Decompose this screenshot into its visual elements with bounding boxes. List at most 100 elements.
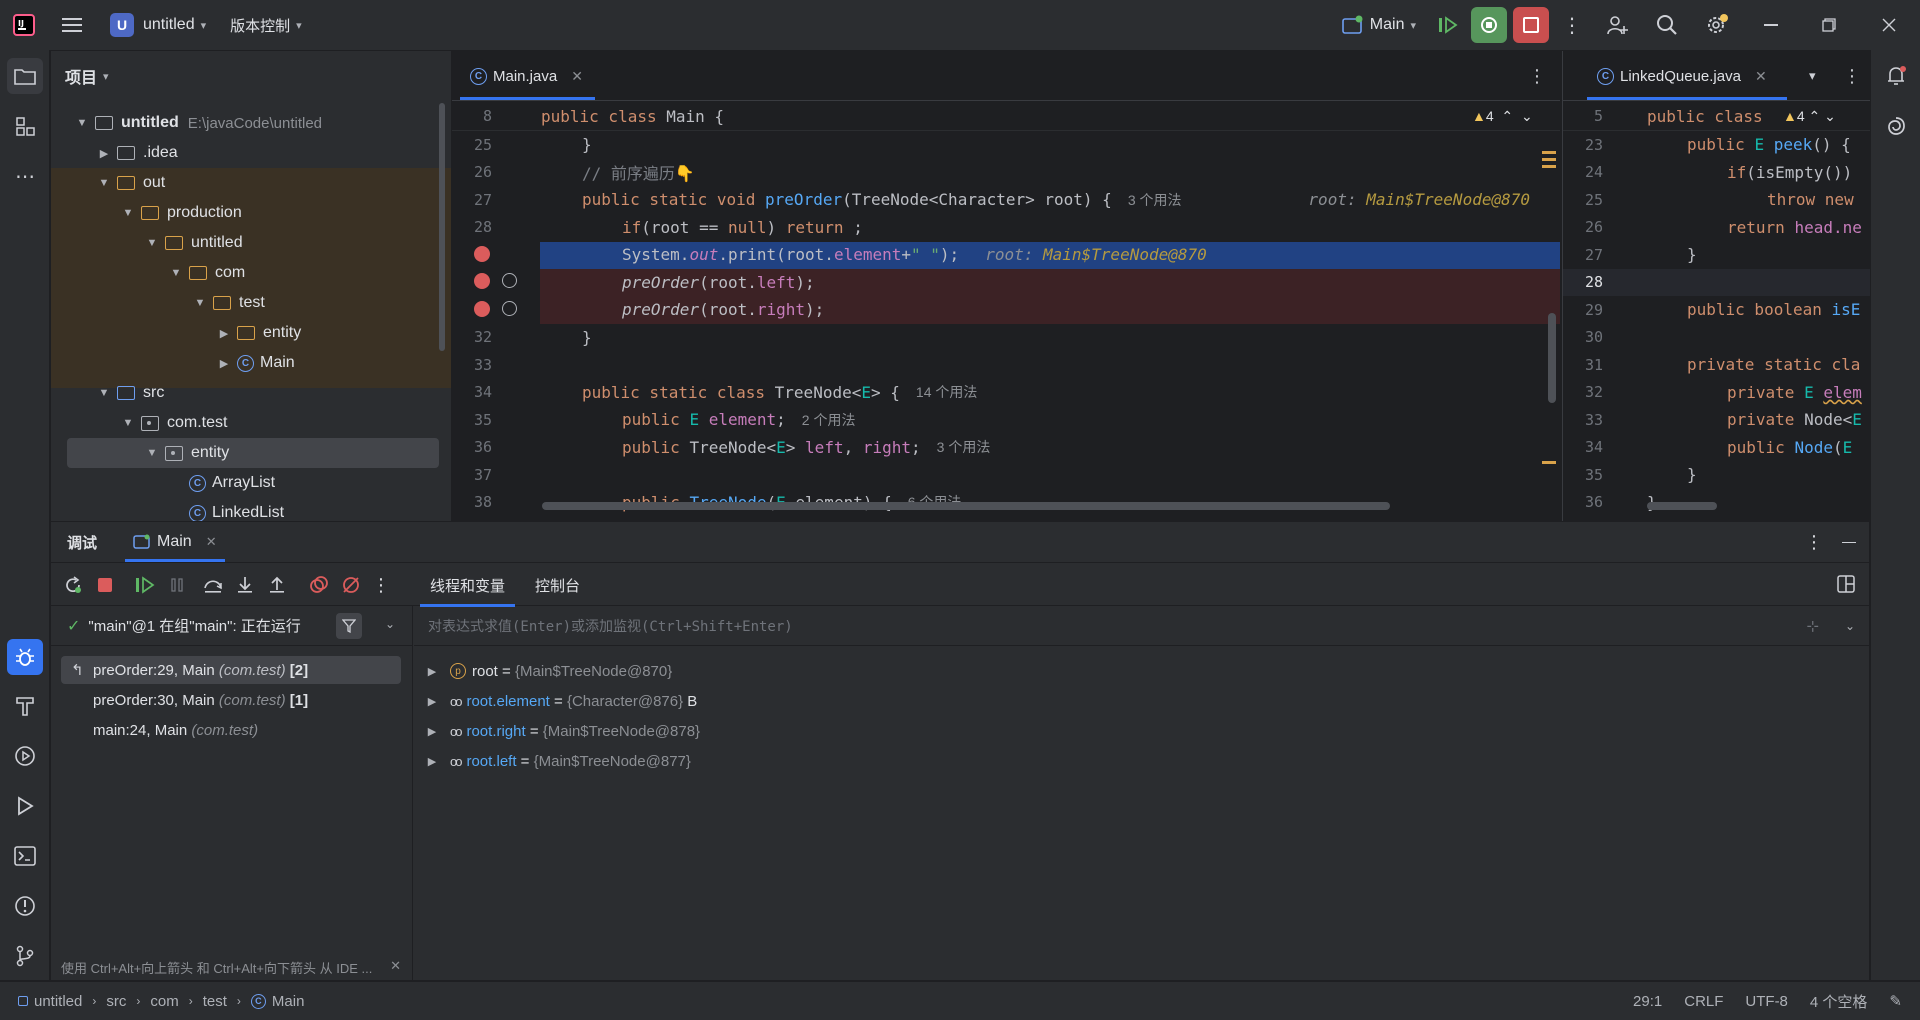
structure-icon[interactable] xyxy=(7,108,43,144)
code-line-26[interactable]: // 前序遍历👇 xyxy=(582,159,695,187)
more-actions-icon[interactable]: ⋮ xyxy=(1552,0,1592,50)
add-watch-icon[interactable]: ⊹ xyxy=(1806,617,1819,635)
services-icon[interactable] xyxy=(7,738,43,774)
more-options-icon[interactable]: ⋮ xyxy=(371,575,391,596)
tree-item-root[interactable]: ▼ untitled E:\javaCode\untitled xyxy=(51,108,451,138)
frame-row-selected[interactable]: ↰ preOrder:29, Main (com.test) [2] xyxy=(61,656,401,684)
code-line-32[interactable]: } xyxy=(582,324,592,352)
stop-button[interactable] xyxy=(1510,0,1552,50)
terminal-icon[interactable] xyxy=(7,838,43,874)
rerun-icon[interactable] xyxy=(61,576,85,594)
close-window-icon[interactable] xyxy=(1858,0,1920,50)
step-over-icon[interactable] xyxy=(201,576,225,594)
tree-item-idea[interactable]: ▶ .idea xyxy=(51,138,451,168)
recursion-icon[interactable] xyxy=(502,301,517,316)
usage-hint[interactable]: 3 个用法 xyxy=(937,437,991,457)
evaluate-expression-bar[interactable]: 对表达式求值(Enter)或添加监视(Ctrl+Shift+Enter) ⊹ ⌄ xyxy=(414,606,1869,646)
caret-position[interactable]: 29:1 xyxy=(1633,993,1662,1010)
chevron-down-icon[interactable]: ⌄ xyxy=(1845,619,1855,633)
warnings-indicator[interactable]: ▲4 ⌃ ⌄ xyxy=(1783,108,1836,125)
tab-debug-session-main[interactable]: Main ✕ xyxy=(125,522,225,562)
notifications-bell-icon[interactable] xyxy=(1878,58,1914,94)
code-line-34[interactable]: public static class TreeNode< E > {14 个用法 xyxy=(582,379,977,407)
more-tools-icon[interactable]: ⋯ xyxy=(7,158,43,194)
more-options-icon[interactable]: ⋮ xyxy=(1799,532,1829,553)
layout-settings-icon[interactable] xyxy=(1837,575,1855,593)
horizontal-scrollbar[interactable] xyxy=(1647,502,1717,510)
editor-options-icon[interactable]: ⋮ xyxy=(1843,51,1861,101)
code-line-27[interactable]: public static void preOrder (TreeNode<Cha… xyxy=(582,186,1560,214)
variable-row[interactable]: ▶ p root = {Main$TreeNode@870} xyxy=(414,656,672,686)
vcs-menu[interactable]: 版本控制 ▾ xyxy=(218,0,314,50)
tab-main-java[interactable]: C Main.java ✕ xyxy=(470,51,583,101)
error-stripe-marker[interactable] xyxy=(1542,151,1556,154)
run-config-selector[interactable]: Main ▾ xyxy=(1330,0,1428,50)
tab-console[interactable]: 控制台 xyxy=(521,563,594,607)
stop-icon[interactable] xyxy=(93,578,117,592)
tree-item-linkedlist[interactable]: C LinkedList xyxy=(51,498,451,521)
tree-item-test[interactable]: ▼ test xyxy=(51,288,451,318)
indent-setting[interactable]: 4 个空格 xyxy=(1810,991,1868,1012)
frame-row[interactable]: preOrder:30, Main (com.test) [1] xyxy=(61,686,401,714)
tree-item-out[interactable]: ▼ out xyxy=(51,168,451,198)
code-line-25[interactable]: } xyxy=(582,131,592,159)
minimize-icon[interactable] xyxy=(1742,0,1800,50)
variable-row[interactable]: ▶ oo root.left = {Main$TreeNode@877} xyxy=(414,746,691,776)
step-out-icon[interactable] xyxy=(265,576,289,594)
readonly-lock-icon[interactable]: ✎ xyxy=(1889,992,1902,1010)
error-stripe-marker[interactable] xyxy=(1542,461,1556,464)
error-stripe-marker[interactable] xyxy=(1542,158,1556,161)
close-hint-icon[interactable]: ✕ xyxy=(384,958,401,974)
chevron-right-icon[interactable]: ▶ xyxy=(414,725,450,738)
code-line-31[interactable]: preOrder (root. right); xyxy=(622,296,824,324)
breadcrumb-item[interactable]: src xyxy=(106,993,126,1010)
main-menu-icon[interactable] xyxy=(48,0,96,50)
tree-item-com[interactable]: ▼ com xyxy=(51,258,451,288)
breakpoint-icon[interactable] xyxy=(474,301,490,317)
chevron-right-icon[interactable]: ▶ xyxy=(414,665,450,678)
close-tab-icon[interactable]: ✕ xyxy=(1755,68,1767,85)
tree-item-entity-src[interactable]: ▼ entity xyxy=(51,438,451,468)
vertical-scrollbar[interactable] xyxy=(1548,313,1556,403)
tab-linkedqueue-java[interactable]: C LinkedQueue.java ✕ xyxy=(1597,51,1767,101)
search-icon[interactable] xyxy=(1642,0,1692,50)
resume-program-icon[interactable] xyxy=(133,576,157,594)
settings-gear-icon[interactable] xyxy=(1692,0,1742,50)
breadcrumb-item[interactable]: untitled xyxy=(34,993,82,1010)
error-stripe-marker[interactable] xyxy=(1542,165,1556,168)
variable-row[interactable]: ▶ oo root.element = {Character@876} B xyxy=(414,686,698,716)
build-hammer-icon[interactable] xyxy=(7,688,43,724)
usage-hint[interactable]: 3 个用法 xyxy=(1128,190,1182,210)
usage-hint[interactable]: 2 个用法 xyxy=(802,410,856,430)
run-icon[interactable] xyxy=(7,788,43,824)
chevron-right-icon[interactable]: ▶ xyxy=(414,755,450,768)
project-panel-header[interactable]: 项目 ▾ xyxy=(51,51,451,101)
recursion-icon[interactable] xyxy=(502,273,517,288)
frame-row[interactable]: main:24, Main (com.test) xyxy=(61,716,401,744)
close-tab-icon[interactable]: ✕ xyxy=(206,534,217,550)
mute-breakpoints-icon[interactable] xyxy=(339,575,363,595)
resume-icon[interactable] xyxy=(1428,0,1468,50)
filter-icon[interactable] xyxy=(336,613,362,639)
file-encoding[interactable]: UTF-8 xyxy=(1745,993,1788,1010)
tree-item-com-test[interactable]: ▼ com.test xyxy=(51,408,451,438)
thread-selector[interactable]: ✓ "main"@1 在组"main": 正在运行 ⌄ xyxy=(51,606,413,646)
editor-options-icon[interactable]: ⋮ xyxy=(1528,51,1546,101)
line-separator[interactable]: CRLF xyxy=(1684,993,1723,1010)
project-folder-icon[interactable] xyxy=(7,58,43,94)
view-breakpoints-icon[interactable] xyxy=(307,575,331,595)
git-branch-icon[interactable] xyxy=(7,938,43,974)
app-logo-icon[interactable]: IJ xyxy=(0,0,48,50)
chevron-down-icon[interactable]: ▾ xyxy=(1809,51,1816,101)
breakpoint-icon[interactable] xyxy=(474,246,490,262)
minimize-panel-icon[interactable] xyxy=(1829,534,1869,551)
ai-assistant-icon[interactable] xyxy=(1878,108,1914,144)
tree-item-production[interactable]: ▼ production xyxy=(51,198,451,228)
warnings-indicator[interactable]: ▲4 ⌃ ⌄ xyxy=(1472,108,1533,125)
pause-icon[interactable] xyxy=(165,577,189,593)
tree-item-src[interactable]: ▼ src xyxy=(51,378,451,408)
horizontal-scrollbar[interactable] xyxy=(542,502,1390,510)
code-line-35[interactable]: public E element; 2 个用法 xyxy=(622,406,855,434)
project-selector[interactable]: U untitled ▾ xyxy=(96,0,218,50)
code-line-36[interactable]: public TreeNode< E > left, right; 3 个用法 xyxy=(622,434,990,462)
